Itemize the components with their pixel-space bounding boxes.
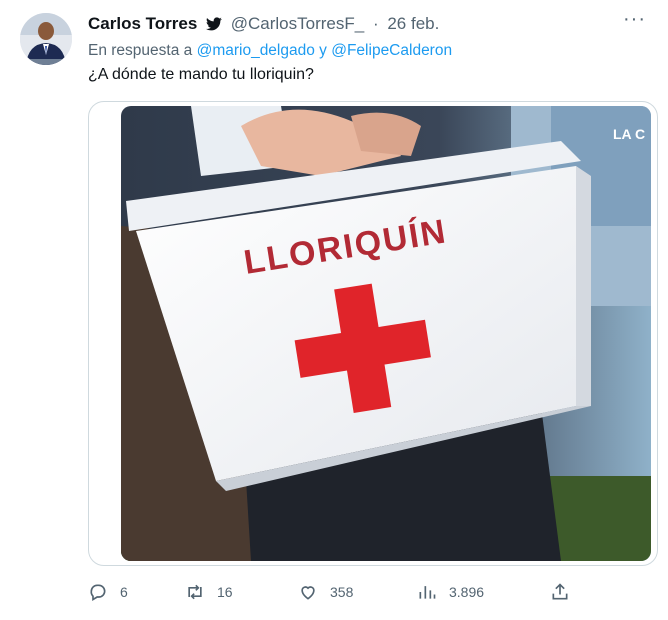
bird-icon	[206, 16, 222, 36]
like-count: 358	[330, 584, 354, 600]
reply-context: En respuesta a @mario_delgado y @FelipeC…	[88, 42, 452, 60]
retweet-count: 16	[217, 584, 233, 600]
views-action[interactable]: 3.896	[417, 580, 484, 604]
separator-dot: ·	[372, 14, 379, 33]
share-icon	[552, 583, 568, 600]
reply-icon	[90, 584, 106, 601]
image-corner-text: LA C	[613, 126, 645, 142]
share-action[interactable]	[550, 580, 582, 604]
tweet-header: Carlos Torres @CarlosTorresF_ · 26 feb.	[88, 14, 648, 34]
action-bar: 6 16 358 3.896	[88, 580, 648, 604]
author-handle[interactable]: @CarlosTorresF_	[231, 14, 364, 33]
tweet-text: ¿A dónde te mando tu lloriquin?	[88, 66, 314, 83]
retweet-icon	[188, 584, 202, 600]
views-chart-icon	[419, 586, 436, 599]
avatar-image	[20, 13, 72, 65]
reply-action[interactable]: 6	[88, 580, 128, 604]
author-name[interactable]: Carlos Torres	[88, 14, 197, 33]
retweet-action[interactable]: 16	[185, 580, 233, 604]
tweet: Carlos Torres @CarlosTorresF_ · 26 feb. …	[0, 0, 668, 620]
heart-icon	[301, 586, 315, 600]
reply-conjunction[interactable]: y	[319, 42, 327, 59]
like-action[interactable]: 358	[298, 580, 353, 604]
mention-link-2[interactable]: @FelipeCalderon	[331, 42, 452, 59]
reply-prefix: En respuesta a	[88, 42, 193, 59]
more-options-icon[interactable]: ···	[623, 8, 646, 31]
tweet-date[interactable]: 26 feb.	[387, 14, 439, 33]
mention-link-1[interactable]: @mario_delgado	[197, 42, 315, 59]
views-count: 3.896	[449, 584, 485, 600]
avatar[interactable]	[20, 13, 72, 65]
reply-count: 6	[120, 584, 128, 600]
tweet-image[interactable]: LLORIQUÍN LA C	[121, 106, 651, 561]
